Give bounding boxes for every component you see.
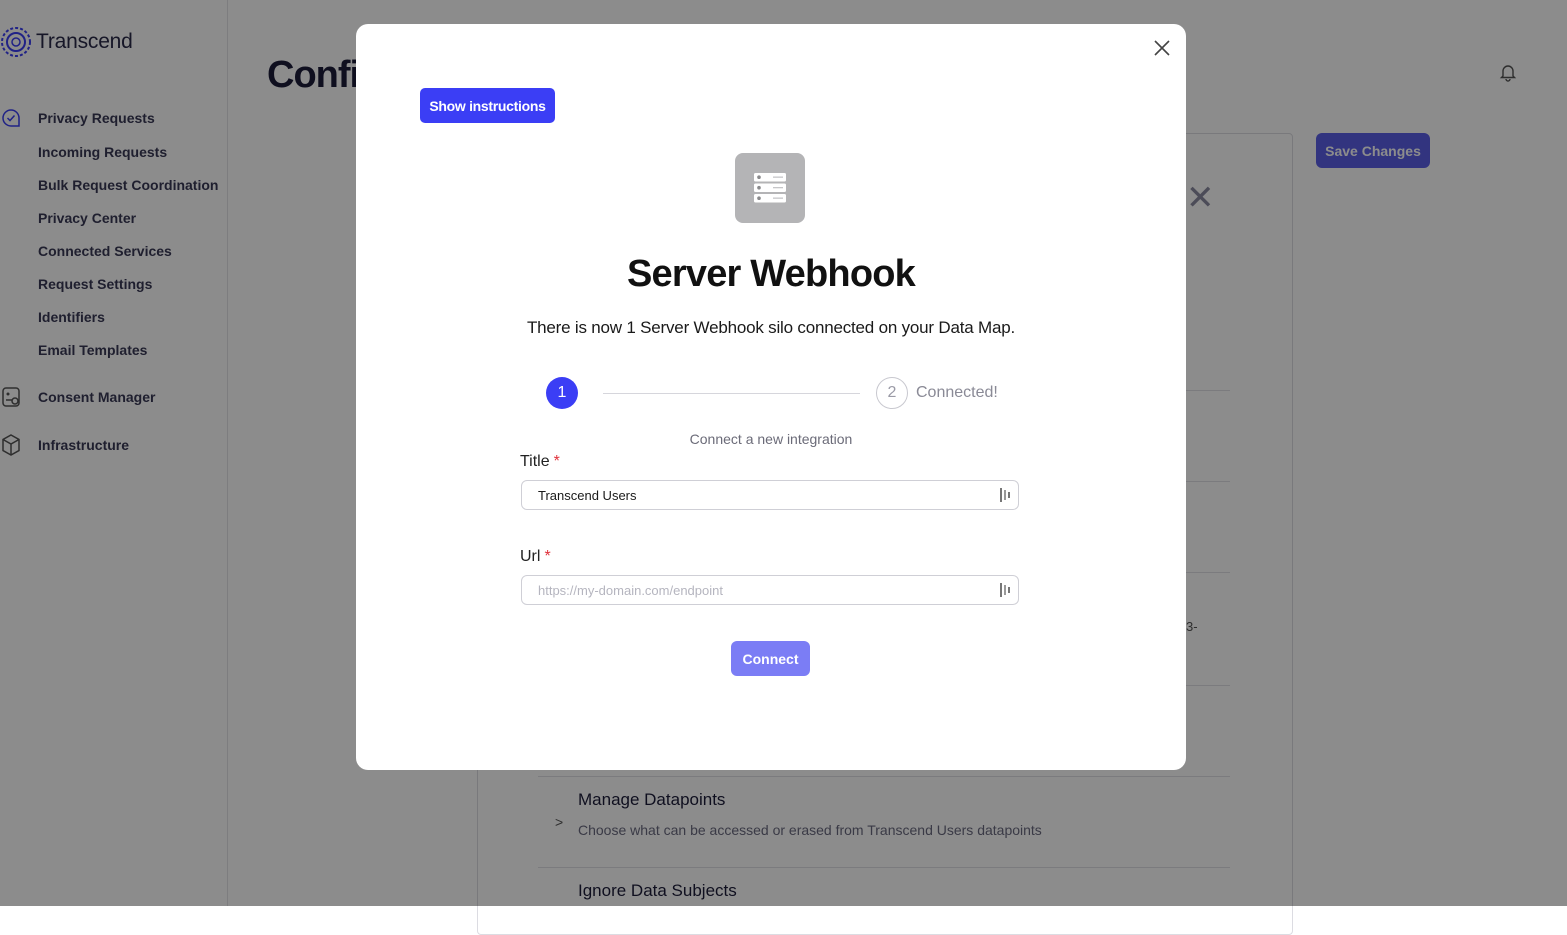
connect-button[interactable]: Connect (731, 641, 810, 676)
required-marker: * (553, 453, 560, 470)
password-manager-icon[interactable] (1000, 488, 1012, 502)
show-instructions-button[interactable]: Show instructions (420, 88, 555, 123)
step-connector (603, 393, 860, 394)
step-2-label: Connected! (916, 384, 998, 401)
url-field[interactable] (521, 575, 1019, 605)
modal-title: Server Webhook (627, 253, 916, 295)
url-label-text: Url (520, 548, 541, 565)
title-input[interactable] (538, 481, 998, 509)
url-field-label: Url * (520, 548, 551, 566)
title-field-label: Title * (520, 453, 560, 471)
password-manager-icon[interactable] (1000, 583, 1012, 597)
required-marker: * (544, 548, 551, 565)
title-field[interactable] (521, 480, 1019, 510)
step-2-indicator: 2 (876, 377, 908, 409)
modal-subtitle: There is now 1 Server Webhook silo conne… (526, 318, 1016, 337)
title-label-text: Title (520, 453, 550, 470)
url-input[interactable] (538, 576, 998, 604)
close-icon[interactable] (1152, 38, 1172, 58)
step-1-indicator: 1 (546, 377, 578, 409)
step-caption: Connect a new integration (689, 431, 853, 447)
server-icon (735, 153, 805, 223)
